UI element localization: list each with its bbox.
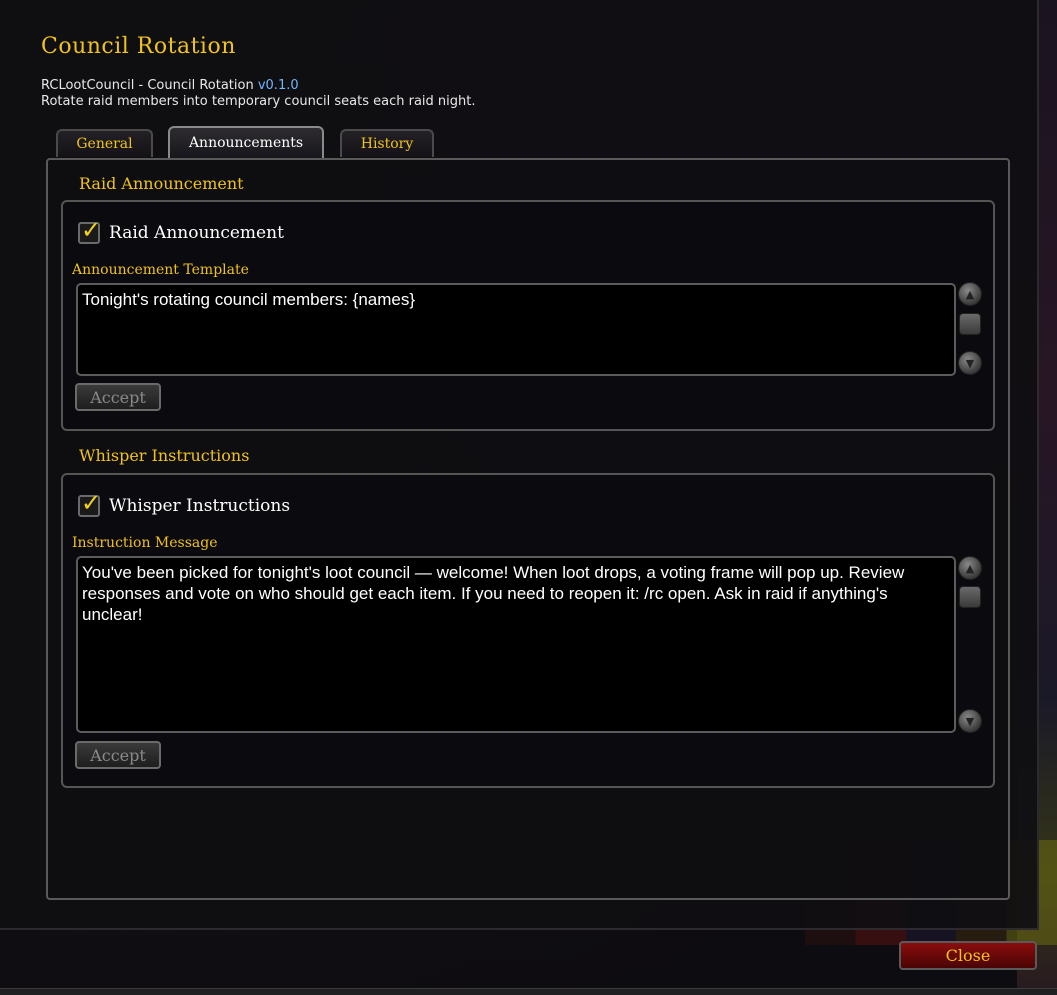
- whisper-instructions-checkbox[interactable]: ✓: [78, 489, 101, 517]
- whisper-instructions-group-title: Whisper Instructions: [79, 446, 250, 465]
- raid-announcement-checkbox-label: Raid Announcement: [109, 223, 284, 243]
- announcement-scrollbar-thumb[interactable]: [959, 313, 981, 335]
- checkmark-icon: ✓: [81, 216, 102, 244]
- addon-name: RCLootCouncil - Council Rotation: [41, 78, 258, 93]
- close-button[interactable]: Close: [899, 941, 1037, 970]
- game-screen: Council Rotation RCLootCouncil - Council…: [0, 0, 1057, 995]
- scroll-down-arrow-icon[interactable]: ▼: [958, 709, 982, 733]
- options-window: Council Rotation RCLootCouncil - Council…: [0, 0, 1039, 930]
- scroll-up-arrow-icon[interactable]: ▲: [958, 282, 982, 306]
- tab-history[interactable]: History: [340, 129, 434, 157]
- scroll-up-arrow-icon[interactable]: ▲: [958, 556, 982, 580]
- version-label: v0.1.0: [257, 78, 299, 93]
- raid-announcement-checkbox[interactable]: ✓: [78, 216, 101, 244]
- announcement-template-label: Announcement Template: [72, 262, 249, 278]
- announcement-accept-button[interactable]: Accept: [75, 383, 161, 411]
- instruction-accept-button[interactable]: Accept: [75, 741, 161, 769]
- tab-general[interactable]: General: [56, 129, 153, 157]
- instruction-message-input[interactable]: You've been picked for tonight's loot co…: [76, 556, 956, 733]
- window-title: Council Rotation: [41, 34, 236, 59]
- instruction-message-label: Instruction Message: [72, 535, 218, 551]
- whisper-instructions-checkbox-label: Whisper Instructions: [109, 496, 291, 516]
- scroll-down-arrow-icon[interactable]: ▼: [958, 351, 982, 375]
- bottom-action-bar: [0, 988, 1057, 995]
- checkmark-icon: ✓: [81, 489, 102, 517]
- instruction-scrollbar-thumb[interactable]: [959, 586, 981, 608]
- window-subtitle: RCLootCouncil - Council Rotation v0.1.0 …: [41, 78, 476, 110]
- raid-announcement-group-title: Raid Announcement: [79, 174, 244, 193]
- addon-description: Rotate raid members into temporary counc…: [41, 94, 476, 109]
- tab-announcements[interactable]: Announcements: [168, 126, 324, 158]
- announcement-template-input[interactable]: Tonight's rotating council members: {nam…: [76, 283, 956, 376]
